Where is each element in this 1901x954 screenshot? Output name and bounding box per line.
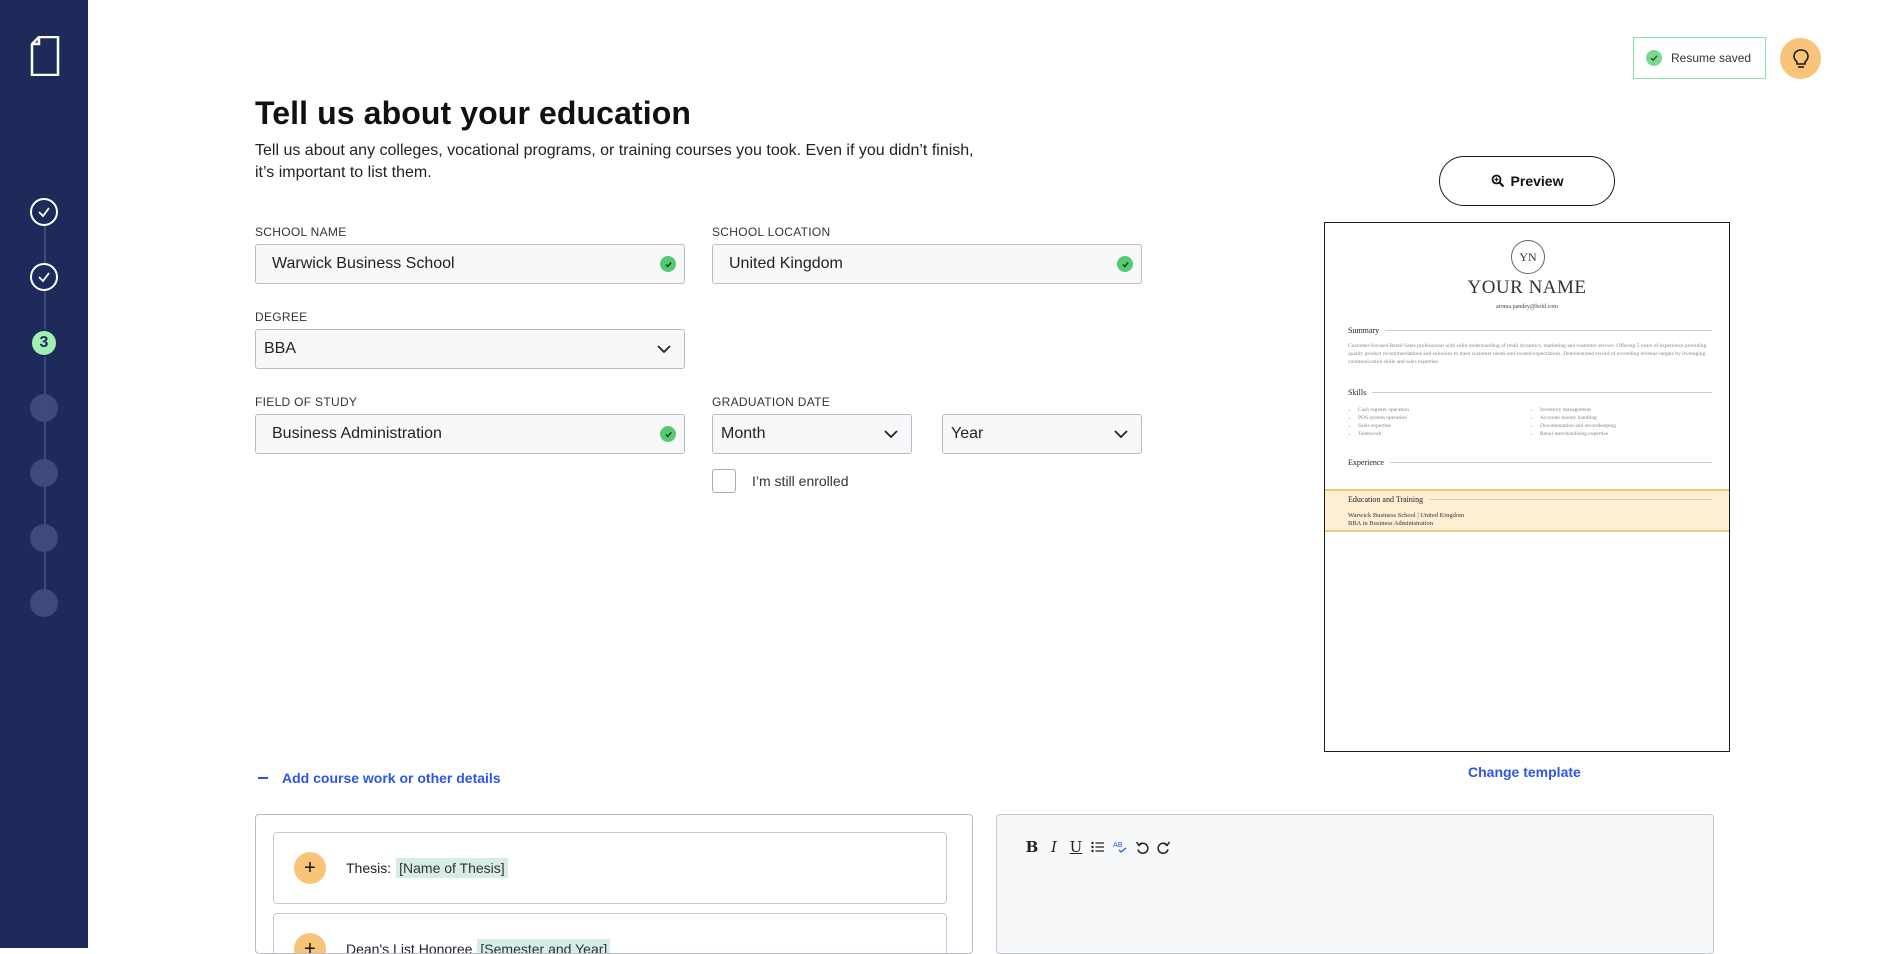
degree-value: BBA xyxy=(264,340,297,357)
spellcheck-icon[interactable]: AB xyxy=(1109,837,1131,857)
zoom-in-icon xyxy=(1491,174,1504,188)
resume-skill: Accurate money handling xyxy=(1540,414,1712,422)
still-enrolled-checkbox[interactable] xyxy=(712,469,736,493)
sidebar: 3 xyxy=(0,0,88,948)
suggestion-placeholder: [Semester and Year] xyxy=(477,939,611,953)
resume-saved-label: Resume saved xyxy=(1671,51,1752,65)
page-subtitle: Tell us about any colleges, vocational p… xyxy=(255,142,974,181)
graduation-date-label: GRADUATION DATE xyxy=(712,395,831,409)
resume-summary-title: Summary xyxy=(1348,326,1380,335)
school-name-label: SCHOOL NAME xyxy=(255,225,347,239)
school-location-label: SCHOOL LOCATION xyxy=(712,225,831,239)
resume-skill: Cash register operation xyxy=(1358,406,1530,414)
resume-skill: POS system operation xyxy=(1358,414,1530,422)
resume-education-highlight: Education and Training Warwick Business … xyxy=(1325,489,1729,532)
undo-icon[interactable] xyxy=(1131,837,1153,857)
suggestion-placeholder: [Name of Thesis] xyxy=(396,858,508,878)
resume-education-title: Education and Training xyxy=(1348,495,1424,504)
tips-button[interactable] xyxy=(1780,38,1821,79)
graduation-year-select[interactable]: Year xyxy=(942,414,1142,454)
suggestion-item[interactable]: + Thesis: [Name of Thesis] xyxy=(273,832,947,904)
underline-icon[interactable]: U xyxy=(1065,837,1087,857)
resume-skill: Sales expertise xyxy=(1358,422,1530,430)
main-content: Resume saved Tell us about your educatio… xyxy=(88,0,1901,954)
resume-email: aroma.pandey@bold.com xyxy=(1496,304,1558,310)
step-4 xyxy=(30,394,58,422)
graduation-month-select[interactable]: Month xyxy=(712,414,912,454)
editor-toolbar: B I U AB xyxy=(1021,837,1175,857)
resume-skill: Inventory management xyxy=(1540,406,1712,414)
resume-skill: Teamwork xyxy=(1358,430,1530,438)
resume-education-line2: BBA in Business Administration xyxy=(1348,520,1434,527)
lightbulb-icon xyxy=(1792,48,1809,68)
resume-experience-title: Experience xyxy=(1348,458,1384,467)
resume-saved-badge: Resume saved xyxy=(1633,37,1766,79)
valid-check-icon xyxy=(1117,256,1133,272)
resume-skill: Documentation and recordkeeping xyxy=(1540,422,1712,430)
step-6 xyxy=(30,524,58,552)
resume-name: YOUR NAME xyxy=(1467,277,1587,298)
resume-summary-text: Customer-focused Retail Sales profession… xyxy=(1348,343,1707,365)
school-name-input[interactable]: Warwick Business School xyxy=(255,244,685,284)
resume-skills-list: Cash register operation POS system opera… xyxy=(1348,406,1712,438)
resume-skills-heading: Skills xyxy=(1348,388,1712,397)
check-circle-icon xyxy=(1646,50,1662,66)
suggestions-panel: + Thesis: [Name of Thesis] + Dean's List… xyxy=(255,814,973,954)
school-name-value: Warwick Business School xyxy=(272,255,455,272)
document-logo-icon[interactable] xyxy=(30,36,60,76)
resume-summary-heading: Summary xyxy=(1348,326,1712,335)
add-coursework-label: Add course work or other details xyxy=(282,770,501,786)
field-of-study-input[interactable]: Business Administration xyxy=(255,414,685,454)
degree-select[interactable]: BBA xyxy=(255,329,685,369)
resume-education-line1: Warwick Business School | United Kingdom xyxy=(1348,512,1465,519)
step-3-current[interactable]: 3 xyxy=(30,329,58,357)
field-of-study-value: Business Administration xyxy=(272,425,442,442)
step-1-completed[interactable] xyxy=(30,198,58,226)
plus-icon[interactable]: + xyxy=(294,933,326,953)
degree-label: DEGREE xyxy=(255,310,308,324)
page-title: Tell us about your education xyxy=(255,95,692,131)
plus-icon[interactable]: + xyxy=(294,852,326,884)
step-5 xyxy=(30,459,58,487)
add-coursework-link[interactable]: Add course work or other details xyxy=(258,770,501,786)
still-enrolled-label[interactable]: I’m still enrolled xyxy=(752,473,848,489)
resume-skill: Retail merchandising expertise xyxy=(1540,430,1712,438)
bullet-list-icon[interactable] xyxy=(1087,837,1109,857)
suggestion-prefix: Thesis: xyxy=(346,860,392,876)
step-7 xyxy=(30,589,58,617)
bold-icon[interactable]: B xyxy=(1021,837,1043,857)
school-location-value: United Kingdom xyxy=(729,255,843,272)
change-template-link[interactable]: Change template xyxy=(1468,764,1581,780)
preview-button[interactable]: Preview xyxy=(1439,156,1615,206)
graduation-year-value: Year xyxy=(951,425,984,442)
italic-icon[interactable]: I xyxy=(1043,837,1065,857)
chevron-down-icon xyxy=(1113,429,1129,439)
resume-monogram: YN xyxy=(1511,240,1545,274)
valid-check-icon xyxy=(660,426,676,442)
redo-icon[interactable] xyxy=(1153,837,1175,857)
graduation-month-value: Month xyxy=(721,425,766,442)
chevron-down-icon xyxy=(883,429,899,439)
minus-icon xyxy=(258,777,268,779)
chevron-down-icon xyxy=(656,344,672,354)
check-icon xyxy=(38,207,50,218)
school-location-input[interactable]: United Kingdom xyxy=(712,244,1142,284)
field-of-study-label: FIELD OF STUDY xyxy=(255,395,358,409)
svg-text:AB: AB xyxy=(1113,841,1123,849)
preview-label: Preview xyxy=(1510,173,1564,189)
resume-skills-title: Skills xyxy=(1348,388,1367,397)
valid-check-icon xyxy=(660,256,676,272)
description-editor[interactable]: B I U AB xyxy=(996,814,1714,954)
step-2-completed[interactable] xyxy=(30,263,58,291)
check-icon xyxy=(38,272,50,283)
resume-education-heading: Education and Training xyxy=(1348,495,1712,504)
resume-preview[interactable]: YN YOUR NAME aroma.pandey@bold.com Summa… xyxy=(1324,222,1730,752)
resume-experience-heading: Experience xyxy=(1348,458,1712,467)
